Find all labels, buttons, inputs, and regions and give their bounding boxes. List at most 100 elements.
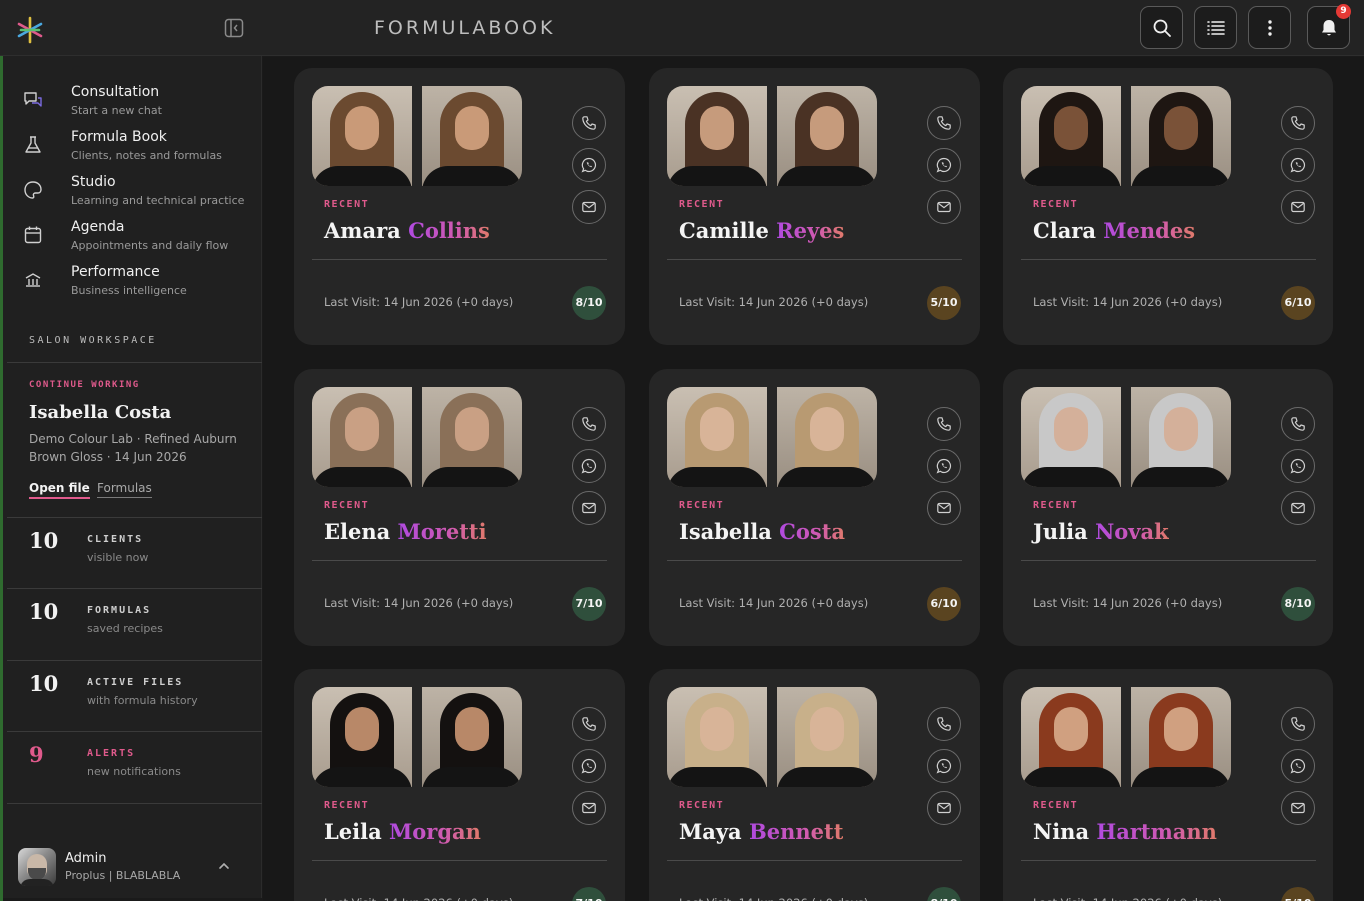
whatsapp-button[interactable] xyxy=(927,449,961,483)
client-card[interactable]: RECENT Amara Collins Last Visit: 14 Jun … xyxy=(294,68,625,345)
whatsapp-button[interactable] xyxy=(1281,749,1315,783)
last-visit: Last Visit: 14 Jun 2026 (+0 days) xyxy=(324,596,514,610)
phone-icon xyxy=(937,717,951,731)
client-first-name: Maya xyxy=(679,819,742,844)
client-card[interactable]: RECENT Clara Mendes Last Visit: 14 Jun 2… xyxy=(1003,68,1333,345)
nav-label: Consultation xyxy=(71,84,160,100)
email-button[interactable] xyxy=(572,190,606,224)
call-button[interactable] xyxy=(927,106,961,140)
nav-label: Performance xyxy=(71,264,160,280)
notifications-button[interactable]: 9 xyxy=(1307,4,1351,49)
last-visit: Last Visit: 14 Jun 2026 (+0 days) xyxy=(679,295,869,309)
last-visit: Last Visit: 14 Jun 2026 (+0 days) xyxy=(679,896,868,901)
client-name[interactable]: Clara Mendes xyxy=(1033,218,1195,243)
score-badge: 6/10 xyxy=(927,587,961,621)
score-badge: 7/10 xyxy=(572,587,606,621)
collapse-sidebar-icon[interactable] xyxy=(223,17,245,39)
card-divider xyxy=(667,560,962,561)
phone-icon xyxy=(937,116,951,130)
stat-label: ALERTS xyxy=(87,748,136,759)
stat-value: 10 xyxy=(29,671,59,696)
email-button[interactable] xyxy=(572,791,606,825)
client-name[interactable]: Nina Hartmann xyxy=(1033,819,1217,844)
call-button[interactable] xyxy=(572,106,606,140)
chevron-up-icon[interactable] xyxy=(217,859,231,873)
client-name[interactable]: Amara Collins xyxy=(324,218,490,243)
score-badge: 7/10 xyxy=(572,887,606,901)
email-button[interactable] xyxy=(1281,791,1315,825)
nav-sub: Appointments and daily flow xyxy=(71,239,229,252)
user-name: Admin xyxy=(65,851,107,866)
bell-icon xyxy=(1321,19,1336,35)
client-name[interactable]: Maya Bennett xyxy=(679,819,843,844)
whatsapp-button[interactable] xyxy=(572,148,606,182)
user-menu[interactable]: Admin Proplus | BLABLABLA xyxy=(3,844,262,894)
nav-item-studio[interactable]: Studio Learning and technical practice xyxy=(3,172,262,217)
nav-item-agenda[interactable]: Agenda Appointments and daily flow xyxy=(3,217,262,262)
nav-item-formula-book[interactable]: Formula Book Clients, notes and formulas xyxy=(3,127,262,172)
list-icon xyxy=(1206,20,1225,35)
client-name[interactable]: Julia Novak xyxy=(1033,519,1169,544)
call-button[interactable] xyxy=(1281,707,1315,741)
whatsapp-icon xyxy=(1290,458,1306,474)
client-card[interactable]: RECENT Maya Bennett Last Visit: 14 Jun 2… xyxy=(649,669,980,901)
client-last-name: Hartmann xyxy=(1096,819,1217,844)
whatsapp-icon xyxy=(936,157,952,173)
score-badge: 8/10 xyxy=(572,286,606,320)
client-card[interactable]: RECENT Camille Reyes Last Visit: 14 Jun … xyxy=(649,68,980,345)
client-card[interactable]: RECENT Isabella Costa Last Visit: 14 Jun… xyxy=(649,369,980,646)
nav-sub: Clients, notes and formulas xyxy=(71,149,222,162)
whatsapp-button[interactable] xyxy=(927,749,961,783)
client-photo xyxy=(777,86,877,186)
call-button[interactable] xyxy=(927,407,961,441)
email-button[interactable] xyxy=(927,791,961,825)
email-button[interactable] xyxy=(1281,491,1315,525)
nav-item-performance[interactable]: Performance Business intelligence xyxy=(3,262,262,307)
search-button[interactable] xyxy=(1140,6,1183,49)
stat-formulas: 10 FORMULAS saved recipes xyxy=(3,599,262,669)
whatsapp-button[interactable] xyxy=(1281,148,1315,182)
whatsapp-button[interactable] xyxy=(572,449,606,483)
call-button[interactable] xyxy=(1281,106,1315,140)
formulas-link[interactable]: Formulas xyxy=(97,481,152,498)
stat-label: ACTIVE FILES xyxy=(87,677,184,688)
app-logo-icon[interactable] xyxy=(16,16,44,44)
recent-tag: RECENT xyxy=(324,199,370,210)
call-button[interactable] xyxy=(572,707,606,741)
list-view-button[interactable] xyxy=(1194,6,1237,49)
call-button[interactable] xyxy=(572,407,606,441)
client-photo xyxy=(1131,86,1231,186)
more-vertical-icon xyxy=(1267,19,1272,36)
whatsapp-button[interactable] xyxy=(927,148,961,182)
whatsapp-button[interactable] xyxy=(572,749,606,783)
email-button[interactable] xyxy=(1281,190,1315,224)
email-button[interactable] xyxy=(927,190,961,224)
call-button[interactable] xyxy=(1281,407,1315,441)
client-card[interactable]: RECENT Julia Novak Last Visit: 14 Jun 20… xyxy=(1003,369,1333,646)
client-card[interactable]: RECENT Nina Hartmann Last Visit: 14 Jun … xyxy=(1003,669,1333,901)
stat-sub: visible now xyxy=(87,551,149,564)
stat-alerts[interactable]: 9 ALERTS new notifications xyxy=(3,742,262,812)
client-name[interactable]: Leila Morgan xyxy=(324,819,481,844)
client-last-name: Collins xyxy=(408,218,490,243)
client-name[interactable]: Elena Moretti xyxy=(324,519,487,544)
more-options-button[interactable] xyxy=(1248,6,1291,49)
call-button[interactable] xyxy=(927,707,961,741)
mail-icon xyxy=(937,802,951,814)
phone-icon xyxy=(582,116,596,130)
client-photo xyxy=(1021,687,1121,787)
recent-tag: RECENT xyxy=(679,800,725,811)
open-file-link[interactable]: Open file xyxy=(29,481,90,499)
whatsapp-button[interactable] xyxy=(1281,449,1315,483)
email-button[interactable] xyxy=(572,491,606,525)
client-card[interactable]: RECENT Elena Moretti Last Visit: 14 Jun … xyxy=(294,369,625,646)
client-card[interactable]: RECENT Leila Morgan Last Visit: 14 Jun 2… xyxy=(294,669,625,901)
nav-item-consultation[interactable]: Consultation Start a new chat xyxy=(3,82,262,127)
client-name[interactable]: Camille Reyes xyxy=(679,218,844,243)
client-first-name: Camille xyxy=(679,218,769,243)
top-bar: FORMULABOOK 9 xyxy=(0,0,1364,56)
client-name[interactable]: Isabella Costa xyxy=(679,519,845,544)
client-photo xyxy=(312,86,412,186)
mail-icon xyxy=(1291,201,1305,213)
email-button[interactable] xyxy=(927,491,961,525)
